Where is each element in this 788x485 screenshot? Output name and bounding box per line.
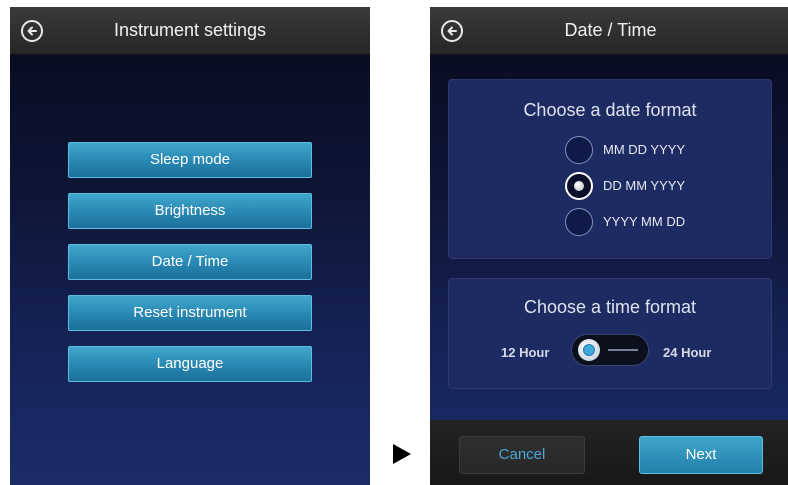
back-arrow-icon bbox=[447, 26, 457, 36]
radio-selected-dot bbox=[574, 181, 584, 191]
footer-bar: Cancel Next bbox=[430, 420, 788, 485]
back-button[interactable] bbox=[21, 20, 43, 42]
back-arrow-icon bbox=[27, 26, 37, 36]
back-button[interactable] bbox=[441, 20, 463, 42]
page-title: Instrument settings bbox=[113, 20, 267, 40]
radio-label: MM DD YYYY bbox=[603, 142, 686, 157]
brightness-button[interactable]: Brightness bbox=[68, 193, 312, 229]
radio-label: DD MM YYYY bbox=[603, 178, 686, 193]
page-title: Date / Time bbox=[564, 20, 657, 40]
toggle-knob[interactable] bbox=[578, 339, 600, 361]
toggle-track-line bbox=[608, 349, 638, 351]
radio-button-selected[interactable] bbox=[565, 172, 593, 200]
radio-button[interactable] bbox=[565, 136, 593, 164]
radio-button[interactable] bbox=[565, 208, 593, 236]
twenty-four-hour-label: 24 Hour bbox=[663, 345, 712, 360]
time-format-panel: Choose a time format 12 Hour 24 Hour bbox=[448, 278, 772, 389]
next-button[interactable]: Next bbox=[639, 436, 763, 474]
toggle-knob-indicator bbox=[583, 344, 595, 356]
time-format-toggle[interactable] bbox=[571, 334, 649, 366]
radio-label: YYYY MM DD bbox=[603, 214, 686, 229]
cancel-button[interactable]: Cancel bbox=[459, 436, 585, 474]
right-triangle-icon bbox=[393, 444, 411, 464]
date-time-screen: Date / Time Choose a date format MM DD Y… bbox=[430, 7, 788, 485]
screen-header: Date / Time bbox=[430, 7, 788, 55]
date-format-panel: Choose a date format MM DD YYYY DD MM YY… bbox=[448, 79, 772, 259]
date-time-button[interactable]: Date / Time bbox=[68, 244, 312, 280]
reset-instrument-button[interactable]: Reset instrument bbox=[68, 295, 312, 331]
date-format-heading: Choose a date format bbox=[523, 100, 697, 120]
time-format-heading: Choose a time format bbox=[523, 297, 697, 317]
screen-header: Instrument settings bbox=[10, 7, 370, 55]
language-button[interactable]: Language bbox=[68, 346, 312, 382]
twelve-hour-label: 12 Hour bbox=[501, 345, 550, 360]
instrument-settings-screen: Instrument settings Sleep mode Brightnes… bbox=[10, 7, 370, 485]
sleep-mode-button[interactable]: Sleep mode bbox=[68, 142, 312, 178]
